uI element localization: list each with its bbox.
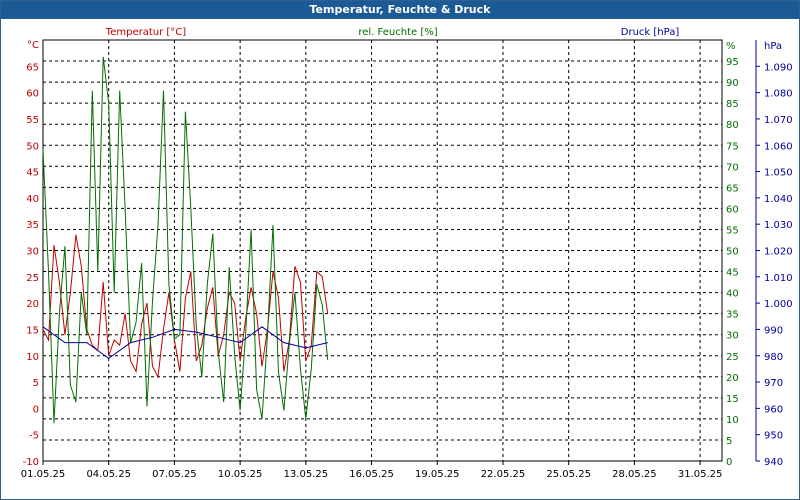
humidity-tick-label: 95: [726, 57, 739, 68]
temperature-tick-label: 30: [26, 247, 39, 258]
temperature-tick-label: 25: [26, 273, 39, 284]
humidity-tick-label: 85: [726, 99, 739, 110]
temperature-tick-label: 10: [26, 352, 39, 363]
temperature-tick-label: 20: [26, 299, 39, 310]
humidity-tick-label: 50: [726, 247, 739, 258]
humidity-tick-label: 55: [726, 225, 739, 236]
x-tick-label: 13.05.25: [284, 469, 329, 480]
x-tick-label: 01.05.25: [21, 469, 66, 480]
x-tick-label: 07.05.25: [152, 469, 197, 480]
x-tick-label: 31.05.25: [678, 469, 723, 480]
humidity-tick-label: 45: [726, 268, 739, 279]
pressure-tick-label: 1.010: [764, 273, 793, 284]
temperature-tick-label: 35: [26, 220, 39, 231]
pressure-axis-unit: hPa: [764, 41, 782, 52]
humidity-tick-label: 15: [726, 394, 739, 405]
humidity-tick-label: 0: [726, 457, 732, 468]
series-line-pressure: [42, 326, 328, 360]
temperature-tick-label: 55: [26, 115, 39, 126]
pressure-tick-label: 960: [764, 404, 783, 415]
pressure-tick-label: 1.050: [764, 168, 793, 179]
pressure-tick-label: 1.000: [764, 299, 793, 310]
humidity-tick-label: 80: [726, 120, 739, 131]
x-tick-label: 28.05.25: [612, 469, 657, 480]
chart-canvas: 01.05.25 04.05.25 07.05.25 10.05.25 13.05.25…: [21, 27, 793, 480]
pressure-tick-label: 1.080: [764, 89, 793, 100]
humidity-tick-label: 90: [726, 78, 739, 89]
x-tick-label: 22.05.25: [481, 469, 526, 480]
pressure-tick-label: 1.090: [764, 62, 793, 73]
pressure-tick-label: 940: [764, 457, 783, 468]
temperature-tick-label: 60: [26, 89, 39, 100]
legend-label: rel. Feuchte [%]: [358, 27, 437, 38]
temperature-tick-label: 40: [26, 194, 39, 205]
temperature-tick-label: -5: [29, 431, 39, 442]
humidity-tick-label: 5: [726, 436, 732, 447]
humidity-axis-unit: %: [726, 41, 736, 52]
pressure-tick-label: 1.020: [764, 247, 793, 258]
x-tick-label: 10.05.25: [218, 469, 263, 480]
legend-label: Temperatur [°C]: [105, 27, 186, 38]
humidity-tick-label: 30: [726, 331, 739, 342]
pressure-tick-label: 1.070: [764, 115, 793, 126]
pressure-tick-label: 980: [764, 352, 783, 363]
temperature-tick-label: 15: [26, 325, 39, 336]
temperature-tick-label: 5: [33, 378, 39, 389]
humidity-tick-label: 60: [726, 204, 739, 215]
temperature-tick-label: 50: [26, 141, 39, 152]
pressure-tick-label: 1.040: [764, 194, 793, 205]
series-line-humidity: [42, 56, 329, 424]
humidity-tick-label: 35: [726, 310, 739, 321]
temperature-tick-label: 65: [26, 62, 39, 73]
temperature-tick-label: 0: [33, 404, 39, 415]
humidity-tick-label: 65: [726, 183, 739, 194]
legend-label: Druck [hPa]: [621, 27, 680, 38]
pressure-tick-label: 1.060: [764, 141, 793, 152]
humidity-tick-label: 70: [726, 162, 739, 173]
x-tick-label: 16.05.25: [349, 469, 394, 480]
chart-window: Temperatur, Feuchte & Druck 01.05.25 04.0…: [0, 0, 800, 500]
pressure-tick-label: 990: [764, 325, 783, 336]
humidity-tick-label: 10: [726, 415, 739, 426]
x-tick-label: 04.05.25: [86, 469, 131, 480]
humidity-tick-label: 20: [726, 373, 739, 384]
x-tick-label: 25.05.25: [546, 469, 591, 480]
humidity-tick-label: 75: [726, 141, 739, 152]
temperature-tick-label: 45: [26, 168, 39, 179]
x-tick-label: 19.05.25: [415, 469, 460, 480]
humidity-tick-label: 40: [726, 289, 739, 300]
temperature-tick-label: -10: [23, 457, 39, 468]
pressure-tick-label: 950: [764, 431, 783, 442]
pressure-tick-label: 970: [764, 378, 783, 389]
humidity-tick-label: 25: [726, 352, 739, 363]
temperature-axis-unit: °C: [27, 40, 39, 51]
pressure-tick-label: 1.030: [764, 220, 793, 231]
